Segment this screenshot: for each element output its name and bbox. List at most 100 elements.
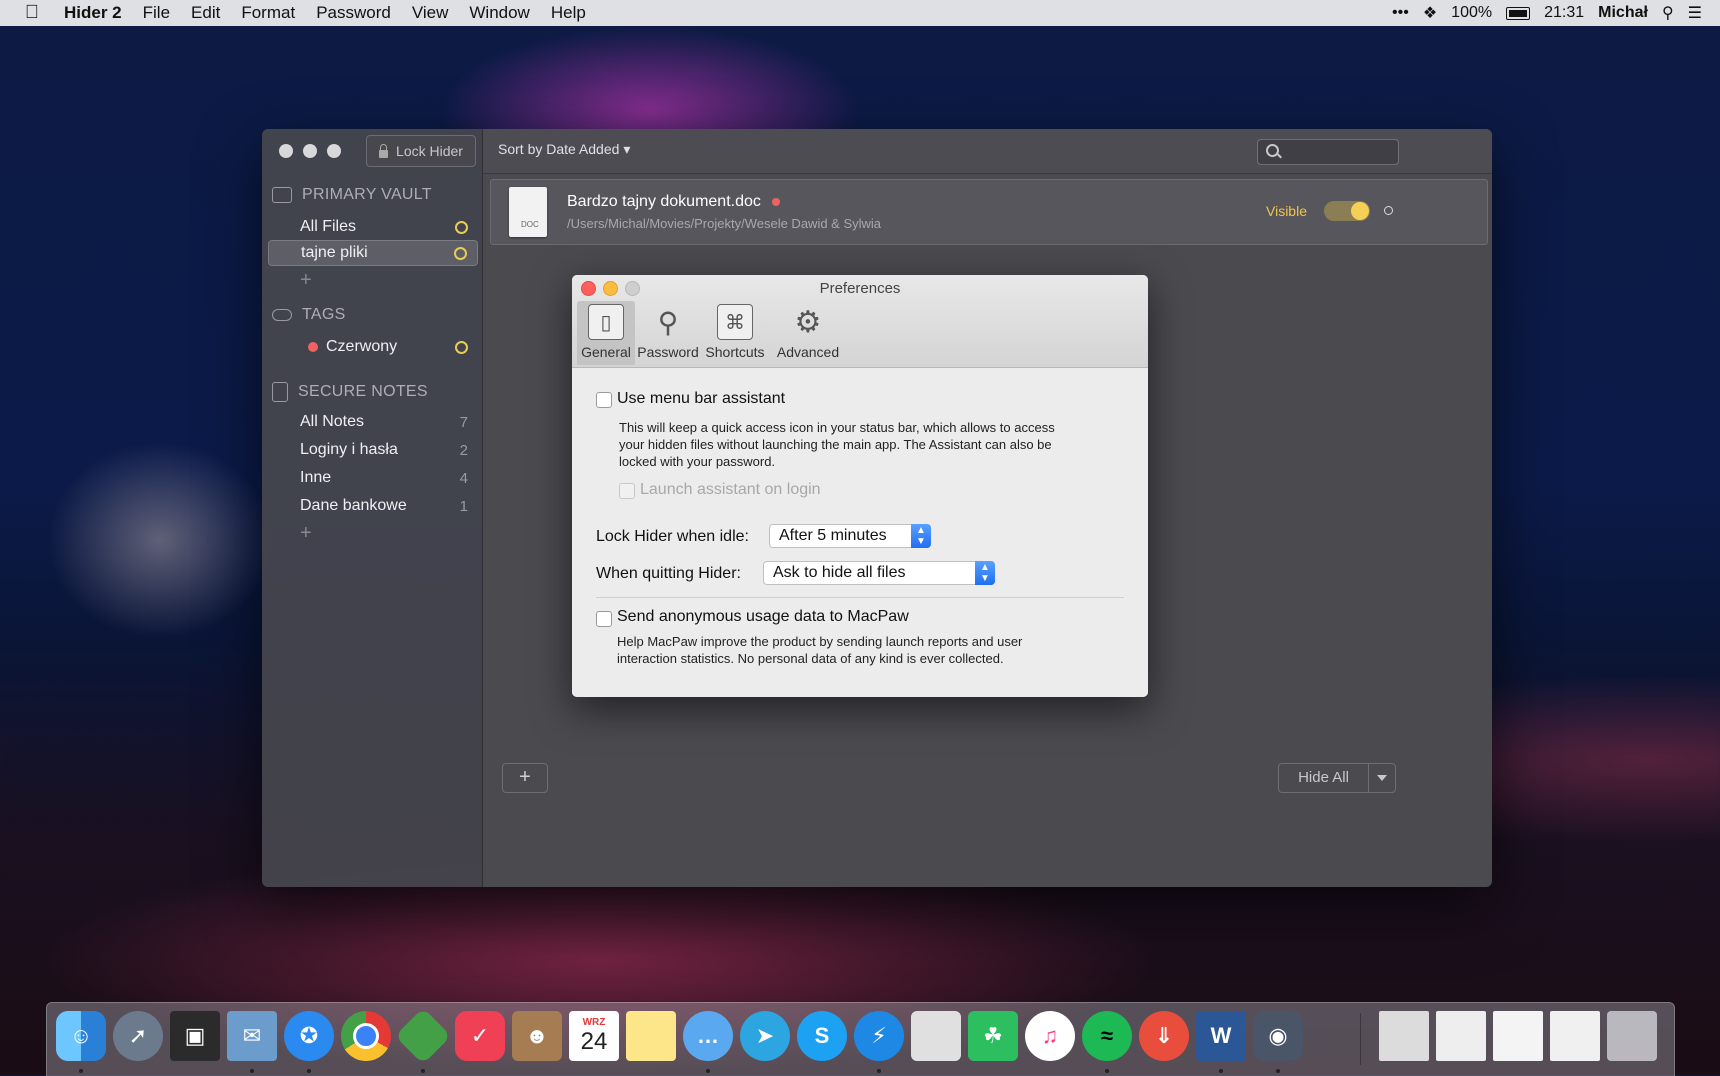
notification-center-icon[interactable]: ☰ <box>1688 3 1702 23</box>
menu-view[interactable]: View <box>412 3 449 23</box>
itunes-icon[interactable]: ♫ <box>1025 1011 1075 1061</box>
chevron-down-icon <box>1377 775 1387 781</box>
red-tag-dot-icon <box>771 197 780 206</box>
menu-password[interactable]: Password <box>316 3 391 23</box>
toggle-knob <box>1351 202 1369 220</box>
sidebar-item-tajne-pliki[interactable]: tajne pliki <box>268 240 478 266</box>
running-indicator <box>307 1069 311 1073</box>
add-folder-icon[interactable]: + <box>300 269 312 292</box>
dock: ☺ ➚ ▣ ✉ ✪ ✓ ☻ WRZ 24 … ➤ S ⚡ ☘ ♫ ≈ ⇓ W ◉ <box>46 1002 1675 1076</box>
sort-label: Sort by Date Added <box>498 141 620 157</box>
tab-general[interactable]: ▯ General <box>577 301 635 365</box>
messenger-icon[interactable]: ⚡ <box>854 1011 904 1061</box>
hider-app-icon[interactable]: ◉ <box>1253 1011 1303 1061</box>
stack-folder-icon[interactable] <box>1379 1011 1429 1061</box>
preview-icon[interactable] <box>911 1011 961 1061</box>
calendar-icon[interactable]: WRZ 24 <box>569 1011 619 1061</box>
spotify-icon[interactable]: ≈ <box>1082 1011 1132 1061</box>
command-icon: ⌘ <box>717 304 753 340</box>
tab-shortcuts[interactable]: ⌘ Shortcuts <box>702 301 768 365</box>
add-file-button[interactable]: + <box>502 763 548 793</box>
running-indicator <box>706 1069 710 1073</box>
feedly-icon[interactable] <box>394 1007 452 1065</box>
hide-all-button[interactable]: Hide All <box>1278 763 1396 793</box>
visibility-toggle[interactable] <box>1324 201 1370 221</box>
reveal-in-finder-icon[interactable] <box>1384 206 1393 215</box>
preferences-general-pane: Use menu bar assistant This will keep a … <box>572 368 1148 697</box>
file-row[interactable]: DOC Bardzo tajny dokument.doc /Users/Mic… <box>490 179 1488 245</box>
spotlight-search-icon[interactable]: ⚲ <box>1662 3 1674 23</box>
window-minimize-button[interactable] <box>303 144 317 158</box>
menu-help[interactable]: Help <box>551 3 586 23</box>
sort-dropdown[interactable]: Sort by Date Added ▾ <box>498 141 630 158</box>
tab-label: Shortcuts <box>705 344 765 360</box>
sidebar-item-inne[interactable]: Inne 4 <box>268 465 478 491</box>
window-close-button[interactable] <box>279 144 293 158</box>
evernote-icon[interactable]: ☘ <box>968 1011 1018 1061</box>
downloads-stack-icon[interactable] <box>1436 1011 1486 1061</box>
lock-hider-button[interactable]: Lock Hider <box>366 135 476 167</box>
trash-icon[interactable] <box>1607 1011 1657 1061</box>
tab-password[interactable]: ⚲ Password <box>635 301 701 365</box>
telegram-icon[interactable]: ➤ <box>740 1011 790 1061</box>
tags-header: TAGS <box>272 306 346 324</box>
key-icon: ⚲ <box>657 306 679 338</box>
more-dots-icon[interactable]: ••• <box>1392 4 1409 22</box>
divider <box>596 597 1124 598</box>
mail-icon[interactable]: ✉ <box>227 1011 277 1061</box>
quitting-select[interactable]: Ask to hide all files ▲ ▼ <box>763 561 995 585</box>
usage-data-checkbox[interactable] <box>596 611 612 627</box>
sidebar-item-all-files[interactable]: All Files <box>268 214 478 240</box>
lock-idle-select[interactable]: After 5 minutes ▲ ▼ <box>769 524 931 548</box>
apple-logo-icon[interactable]:  <box>22 3 42 23</box>
notes-icon[interactable] <box>626 1011 676 1061</box>
menu-edit[interactable]: Edit <box>191 3 220 23</box>
hide-all-menu-button[interactable] <box>1369 764 1395 792</box>
toolbar: Sort by Date Added ▾ <box>483 129 1492 174</box>
messages-icon[interactable]: … <box>683 1011 733 1061</box>
chrome-icon[interactable] <box>341 1011 391 1061</box>
running-indicator <box>421 1069 425 1073</box>
word-icon[interactable]: W <box>1196 1011 1246 1061</box>
sidebar-item-czerwony[interactable]: Czerwony <box>268 334 478 360</box>
user-name[interactable]: Michał <box>1598 4 1648 22</box>
menu-format[interactable]: Format <box>241 3 295 23</box>
clock[interactable]: 21:31 <box>1544 4 1584 22</box>
window-zoom-button[interactable] <box>327 144 341 158</box>
add-note-icon[interactable]: + <box>300 522 312 545</box>
note-count: 4 <box>459 469 468 487</box>
sidebar-item-label: Inne <box>300 469 332 486</box>
preferences-window: Preferences ▯ General ⚲ Password ⌘ Short… <box>572 275 1148 697</box>
note-count: 7 <box>459 413 468 431</box>
menu-bar-assistant-checkbox[interactable] <box>596 392 612 408</box>
calendar-day: 24 <box>580 1027 608 1055</box>
gear-icon: ⚙ <box>794 305 822 339</box>
skype-icon[interactable]: S <box>797 1011 847 1061</box>
pocket-icon[interactable]: ✓ <box>455 1011 505 1061</box>
safari-icon[interactable]: ✪ <box>284 1011 334 1061</box>
sidebar-item-loginy[interactable]: Loginy i hasła 2 <box>268 437 478 463</box>
switch-icon: ▯ <box>588 304 624 340</box>
menu-app-name[interactable]: Hider 2 <box>64 3 122 23</box>
quitting-value: Ask to hide all files <box>773 564 906 581</box>
battery-icon[interactable] <box>1506 6 1531 20</box>
document-stack-icon[interactable] <box>1493 1011 1543 1061</box>
battery-percentage: 100% <box>1451 4 1493 21</box>
chevron-down-icon: ▾ <box>623 141 631 157</box>
menu-window[interactable]: Window <box>469 3 529 23</box>
download-app-icon[interactable]: ⇓ <box>1139 1011 1189 1061</box>
tab-advanced[interactable]: ⚙ Advanced <box>772 301 844 365</box>
menu-file[interactable]: File <box>143 3 170 23</box>
hard-drive-icon <box>272 187 292 203</box>
launch-on-login-checkbox[interactable] <box>619 483 635 499</box>
launchpad-icon[interactable]: ➚ <box>113 1011 163 1061</box>
search-input[interactable] <box>1257 139 1399 165</box>
photo-booth-icon[interactable]: ▣ <box>170 1011 220 1061</box>
sidebar-item-all-notes[interactable]: All Notes 7 <box>268 409 478 435</box>
dropbox-icon[interactable]: ❖ <box>1423 3 1437 23</box>
finder-icon[interactable]: ☺ <box>56 1011 106 1061</box>
sidebar-item-dane-bankowe[interactable]: Dane bankowe 1 <box>268 493 478 519</box>
screenshots-stack-icon[interactable] <box>1550 1011 1600 1061</box>
contacts-icon[interactable]: ☻ <box>512 1011 562 1061</box>
running-indicator <box>877 1069 881 1073</box>
